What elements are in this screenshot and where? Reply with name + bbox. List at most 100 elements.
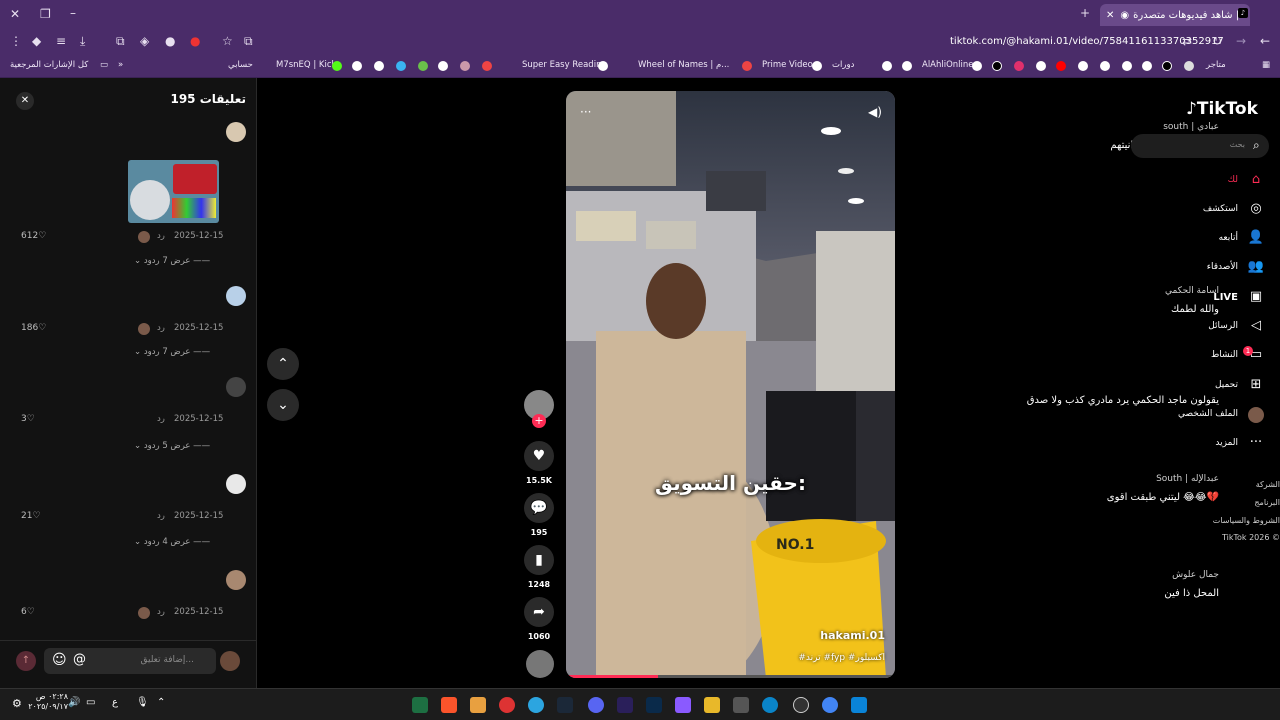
app-d-icon[interactable]	[793, 697, 809, 713]
restore-window-icon[interactable]: ❐	[40, 7, 51, 21]
home-icon[interactable]: ⌂	[1247, 172, 1265, 187]
upload-icon[interactable]: ⊞	[1247, 377, 1265, 392]
bookmark-prime-video[interactable]: Prime Video	[762, 60, 813, 70]
bookmark-icon-e[interactable]	[438, 61, 448, 71]
comment-like-count[interactable]: 612♡	[21, 231, 46, 241]
chrome-icon[interactable]	[822, 697, 838, 713]
bookmark-icon-g[interactable]	[482, 61, 492, 71]
comment-author[interactable]: اسامة الحكمي	[1165, 286, 1219, 296]
excel-icon[interactable]	[412, 697, 428, 713]
heart-outline-icon[interactable]: ♡	[38, 231, 46, 241]
video-hashtags[interactable]: #ترند #fyp #اكسبلور	[798, 653, 885, 663]
footer-company[interactable]: الشركة	[1256, 480, 1280, 489]
language-indicator[interactable]: ع	[112, 697, 118, 708]
bookmark-icon-k[interactable]	[882, 61, 892, 71]
messages-icon[interactable]: ◁	[1247, 318, 1265, 333]
bookmark-super-easy-reading[interactable]: Super Easy Reading	[522, 60, 607, 70]
footer-program[interactable]: البرنامج	[1254, 498, 1280, 507]
comment-like-count[interactable]: 6♡	[21, 607, 35, 617]
video-progress-bar[interactable]	[566, 675, 895, 678]
steam-icon[interactable]	[557, 697, 573, 713]
tray-overflow-icon[interactable]: ⌃	[157, 697, 165, 708]
app-a-icon[interactable]	[470, 697, 486, 713]
tab-tiktok[interactable]: ✕ ◉ شاهد فيديوهات متصدرة | ...	[1100, 4, 1250, 26]
extension-icon[interactable]: ◆	[32, 34, 41, 48]
extension2-icon[interactable]: ◈	[140, 34, 149, 48]
reply-button[interactable]: رد	[157, 607, 165, 617]
new-tab-icon[interactable]: +	[1080, 6, 1090, 20]
bookmark-folder-icon[interactable]: ▭	[100, 60, 108, 70]
minimize-window-icon[interactable]: –	[70, 6, 76, 20]
view-replies-button[interactable]: ⌄ عرض 7 ردود ——	[134, 256, 210, 266]
bookmark-icon-m[interactable]	[972, 61, 982, 71]
bookmark-all[interactable]: كل الإشارات المرجعية	[10, 60, 88, 70]
comment-like-count[interactable]: 3♡	[21, 414, 35, 424]
brave-icon[interactable]	[441, 697, 457, 713]
microphone-icon[interactable]: 🎙	[136, 697, 149, 708]
network-icon[interactable]: ⚙	[12, 697, 22, 710]
tab-close-icon[interactable]: ✕	[1106, 10, 1114, 21]
share-button[interactable]: ➦	[524, 597, 554, 627]
following-icon[interactable]: 👤	[1247, 230, 1265, 245]
bookmark-icon-p[interactable]	[1100, 61, 1110, 71]
like-button[interactable]: ♥	[524, 441, 554, 471]
save-button[interactable]: ▮	[524, 545, 554, 575]
sidebar-item-friends[interactable]: الأصدقاء	[1207, 262, 1238, 272]
previous-video-button[interactable]: ⌃	[267, 348, 299, 380]
apps-grid-icon[interactable]: ▦	[1262, 60, 1270, 70]
bookmark-icon-l[interactable]	[902, 61, 912, 71]
heart-outline-icon[interactable]: ♡	[27, 607, 35, 617]
view-replies-button[interactable]: ⌄ عرض 7 ردود ——	[134, 347, 210, 357]
view-replies-button[interactable]: ⌄ عرض 5 ردود ——	[134, 441, 210, 451]
menu-icon[interactable]: ⋮	[10, 34, 22, 48]
reply-button[interactable]: رد	[157, 231, 165, 241]
bookmark-wheel-of-names[interactable]: Wheel of Names | م...	[638, 60, 729, 70]
sidebar-item-foryou[interactable]: لك	[1228, 175, 1238, 185]
bookmark-matajer[interactable]: متاجر	[1206, 60, 1226, 70]
volume-tray-icon[interactable]: 🔊	[68, 697, 80, 708]
bookmark-hesabi[interactable]: حسابي	[228, 60, 253, 70]
bookmark-icon-c[interactable]	[396, 61, 406, 71]
install-icon[interactable]: ⧉	[244, 34, 253, 49]
close-window-icon[interactable]: ✕	[10, 7, 20, 21]
clock[interactable]: ٠٢:٢٨ ص ٢٠٢٥/٠٩/١٧	[28, 692, 68, 712]
profile-avatar[interactable]	[1248, 407, 1264, 423]
sidebar-item-more[interactable]: المزيد	[1215, 438, 1238, 448]
comment-author[interactable]: South | عبدالإله	[1156, 474, 1219, 484]
file-explorer-icon[interactable]	[704, 697, 720, 713]
friends-icon[interactable]: 👥	[1247, 259, 1265, 274]
heart-outline-icon[interactable]: ♡	[27, 414, 35, 424]
comment-avatar[interactable]	[226, 377, 246, 397]
store-icon[interactable]	[733, 697, 749, 713]
comment-avatar[interactable]	[226, 122, 246, 142]
bookmark-icon-q[interactable]	[1122, 61, 1132, 71]
bookmark-icon-o[interactable]	[1078, 61, 1088, 71]
bookmark-dawrat[interactable]: دورات	[832, 60, 854, 70]
premiere-icon[interactable]	[617, 697, 633, 713]
sidebar-item-profile[interactable]: الملف الشخصي	[1178, 409, 1238, 419]
comment-avatar[interactable]	[226, 474, 246, 494]
live-icon[interactable]: ▣	[1247, 289, 1265, 304]
send-icon[interactable]: ↑	[16, 651, 36, 671]
bookmark-alahli[interactable]: AlAhliOnline	[922, 60, 974, 70]
bookmark-icon-t[interactable]	[1184, 61, 1194, 71]
bookmark-icon-j[interactable]	[812, 61, 822, 71]
telegram-icon[interactable]	[528, 697, 544, 713]
bookmark-icon-a[interactable]	[352, 61, 362, 71]
bookmark-icon-s[interactable]	[1162, 61, 1172, 71]
more-options-icon[interactable]: ···	[580, 105, 591, 119]
comment-author[interactable]: south | عبادي	[1163, 122, 1219, 132]
bookmark-icon-b[interactable]	[374, 61, 384, 71]
bookmark-instagram-icon[interactable]	[1014, 61, 1024, 71]
bookmark-icon-r[interactable]	[1142, 61, 1152, 71]
reply-button[interactable]: رد	[157, 414, 165, 424]
comment-like-count[interactable]: 21♡	[21, 511, 41, 521]
bookmark-icon-f[interactable]	[460, 61, 470, 71]
comment-author[interactable]: جمال علوش	[1172, 570, 1219, 580]
video-player[interactable]: NO.1 ··· ◀) حقين التسويق: hakami.01 #ترن…	[566, 91, 895, 678]
windows-start-icon[interactable]	[851, 697, 867, 713]
sidebar-item-live[interactable]: LIVE	[1213, 292, 1238, 303]
bookmark-icon-i[interactable]	[742, 61, 752, 71]
discord-icon[interactable]	[588, 697, 604, 713]
music-disc-icon[interactable]	[526, 650, 554, 678]
